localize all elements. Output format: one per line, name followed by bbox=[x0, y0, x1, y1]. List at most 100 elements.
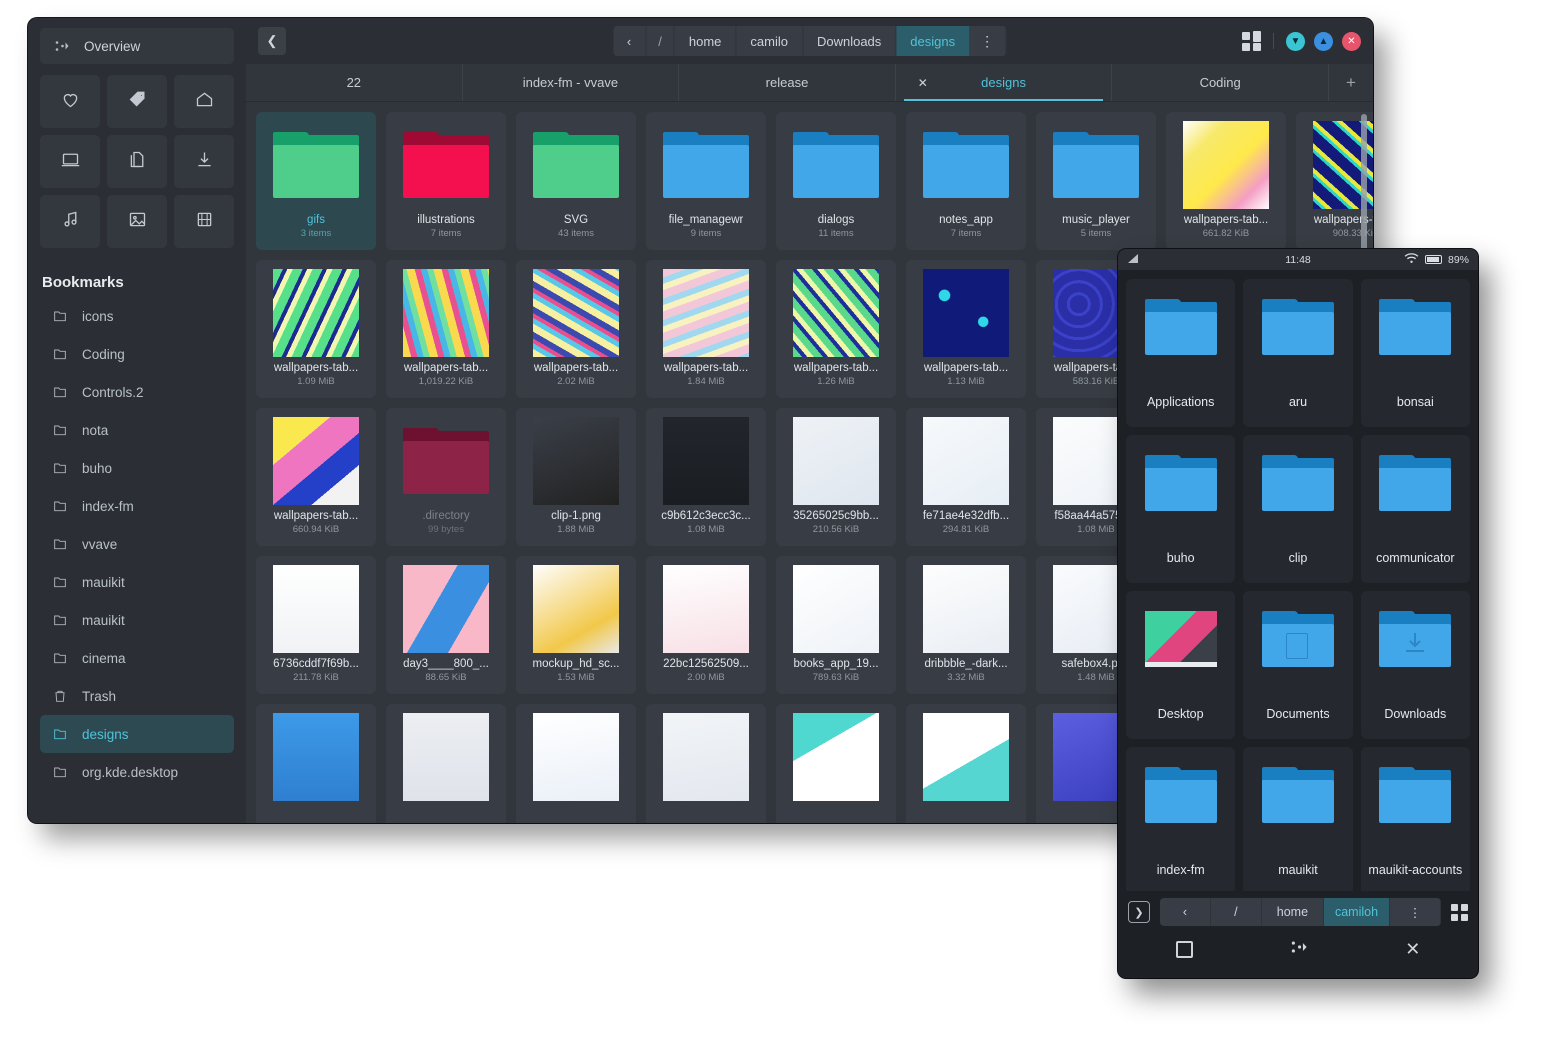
overview-button[interactable]: Overview bbox=[40, 28, 234, 64]
place-tags[interactable] bbox=[107, 75, 167, 128]
file-cell[interactable]: wallpapers-tab...1.84 MiB bbox=[646, 260, 766, 398]
tab-index-fm-vvave[interactable]: index-fm - vvave bbox=[463, 64, 680, 101]
maximize-button[interactable]: ▲ bbox=[1314, 32, 1333, 51]
mobile-file-cell[interactable]: mauikit-accounts bbox=[1361, 747, 1470, 891]
place-favorites[interactable] bbox=[40, 75, 100, 128]
sidebar-bookmark-vvave[interactable]: vvave bbox=[40, 525, 234, 563]
mobile-file-cell[interactable]: communicator bbox=[1361, 435, 1470, 583]
file-cell[interactable]: wallpapers-tab...2.02 MiB bbox=[516, 260, 636, 398]
breadcrumb-active-designs[interactable]: designs bbox=[896, 26, 970, 56]
sidebar-bookmark-buho[interactable]: buho bbox=[40, 449, 234, 487]
file-cell[interactable] bbox=[906, 704, 1026, 823]
breadcrumb[interactable]: ‹/homecamiloDownloadsdesigns⋮ bbox=[613, 26, 1006, 56]
tab-coding[interactable]: Coding bbox=[1112, 64, 1329, 101]
file-cell[interactable]: 35265025c9bb...210.56 KiB bbox=[776, 408, 896, 546]
place-videos[interactable] bbox=[174, 195, 234, 248]
tab-designs[interactable]: ✕designs bbox=[896, 64, 1113, 101]
overview-button[interactable] bbox=[1288, 938, 1310, 961]
breadcrumb-crumb-camilo[interactable]: camilo bbox=[736, 26, 803, 56]
mobile-breadcrumb-active-camiloh[interactable]: camiloh bbox=[1324, 898, 1390, 926]
mobile-file-cell[interactable]: Applications bbox=[1126, 279, 1235, 427]
mobile-breadcrumb-back[interactable]: ‹ bbox=[1160, 898, 1211, 926]
file-cell[interactable]: books_app_19...789.63 KiB bbox=[776, 556, 896, 694]
file-cell[interactable]: illustrations7 items bbox=[386, 112, 506, 250]
sidebar-toggle-button[interactable]: ❮ bbox=[258, 27, 286, 55]
close-button[interactable]: ✕ bbox=[1405, 939, 1420, 960]
mobile-file-cell[interactable]: bonsai bbox=[1361, 279, 1470, 427]
new-tab-button[interactable]: + bbox=[1329, 64, 1373, 101]
mobile-file-cell[interactable]: aru bbox=[1243, 279, 1352, 427]
file-cell[interactable]: wallpapers-tab...1.09 MiB bbox=[256, 260, 376, 398]
file-cell[interactable]: wallpapers-tab...661.82 KiB bbox=[1166, 112, 1286, 250]
tab-22[interactable]: 22 bbox=[246, 64, 463, 101]
sidebar-bookmark-icons[interactable]: icons bbox=[40, 297, 234, 335]
file-cell[interactable]: wallpapers-tab...1.13 MiB bbox=[906, 260, 1026, 398]
sidebar-bookmark-cinema[interactable]: cinema bbox=[40, 639, 234, 677]
mobile-file-cell[interactable]: mauikit bbox=[1243, 747, 1352, 891]
mobile-file-cell[interactable]: index-fm bbox=[1126, 747, 1235, 891]
breadcrumb-back[interactable]: ‹ bbox=[613, 26, 646, 56]
place-downloads[interactable] bbox=[174, 135, 234, 188]
file-cell[interactable]: wallpapers-tab...660.94 KiB bbox=[256, 408, 376, 546]
mobile-breadcrumb-crumb-home[interactable]: home bbox=[1262, 898, 1324, 926]
file-cell[interactable]: notes_app7 items bbox=[906, 112, 1026, 250]
mobile-file-cell[interactable]: buho bbox=[1126, 435, 1235, 583]
place-pictures[interactable] bbox=[107, 195, 167, 248]
mobile-breadcrumb-root[interactable]: / bbox=[1211, 898, 1262, 926]
file-cell[interactable]: dialogs11 items bbox=[776, 112, 896, 250]
breadcrumb-crumb-home[interactable]: home bbox=[675, 26, 737, 56]
file-cell[interactable] bbox=[516, 704, 636, 823]
breadcrumb-root[interactable]: / bbox=[646, 26, 675, 56]
place-documents[interactable] bbox=[107, 135, 167, 188]
file-cell[interactable]: wallpapers-tab...1,019.22 KiB bbox=[386, 260, 506, 398]
file-cell[interactable]: music_player5 items bbox=[1036, 112, 1156, 250]
sidebar-bookmark-mauikit[interactable]: mauikit bbox=[40, 563, 234, 601]
file-cell[interactable]: wallpapers-tab...1.26 MiB bbox=[776, 260, 896, 398]
sidebar-bookmark-mauikit[interactable]: mauikit bbox=[40, 601, 234, 639]
file-cell[interactable]: fe71ae4e32dfb...294.81 KiB bbox=[906, 408, 1026, 546]
sidebar-bookmark-trash[interactable]: Trash bbox=[40, 677, 234, 715]
grid-view-icon[interactable] bbox=[1242, 32, 1261, 51]
file-thumbnail bbox=[264, 711, 368, 803]
minimize-button[interactable]: ▼ bbox=[1286, 32, 1305, 51]
sidebar-bookmark-nota[interactable]: nota bbox=[40, 411, 234, 449]
sidebar-bookmark-org-kde-desktop[interactable]: org.kde.desktop bbox=[40, 753, 234, 791]
file-cell[interactable]: clip-1.png1.88 MiB bbox=[516, 408, 636, 546]
mobile-sidebar-toggle-button[interactable]: ❯ bbox=[1128, 901, 1150, 923]
mobile-breadcrumb[interactable]: ‹/homecamiloh⋮ bbox=[1160, 898, 1441, 926]
file-cell[interactable] bbox=[386, 704, 506, 823]
place-home[interactable] bbox=[174, 75, 234, 128]
file-cell[interactable]: 6736cddf7f69b...211.78 KiB bbox=[256, 556, 376, 694]
signal-icon bbox=[1127, 253, 1140, 267]
file-cell[interactable] bbox=[646, 704, 766, 823]
file-cell[interactable]: gifs3 items bbox=[256, 112, 376, 250]
close-button[interactable]: ✕ bbox=[1342, 32, 1361, 51]
file-cell[interactable]: SVG43 items bbox=[516, 112, 636, 250]
mobile-file-cell[interactable]: Documents bbox=[1243, 591, 1352, 739]
mobile-file-cell[interactable]: Desktop bbox=[1126, 591, 1235, 739]
sidebar-bookmark-coding[interactable]: Coding bbox=[40, 335, 234, 373]
mobile-file-cell[interactable]: Downloads bbox=[1361, 591, 1470, 739]
file-cell[interactable]: 22bc12562509...2.00 MiB bbox=[646, 556, 766, 694]
sidebar-bookmark-index-fm[interactable]: index-fm bbox=[40, 487, 234, 525]
file-cell[interactable] bbox=[256, 704, 376, 823]
sidebar-bookmark-designs[interactable]: designs bbox=[40, 715, 234, 753]
tab-close-icon[interactable]: ✕ bbox=[918, 76, 928, 90]
file-cell[interactable] bbox=[776, 704, 896, 823]
file-cell[interactable]: .directory99 bytes bbox=[386, 408, 506, 546]
mobile-file-cell[interactable]: clip bbox=[1243, 435, 1352, 583]
place-desktop[interactable] bbox=[40, 135, 100, 188]
sidebar-bookmark-controls-2[interactable]: Controls.2 bbox=[40, 373, 234, 411]
recents-button[interactable] bbox=[1176, 941, 1193, 958]
breadcrumb-crumb-Downloads[interactable]: Downloads bbox=[803, 26, 896, 56]
file-cell[interactable]: dribbble_-dark...3.32 MiB bbox=[906, 556, 1026, 694]
breadcrumb-menu[interactable]: ⋮ bbox=[970, 26, 1006, 56]
file-cell[interactable]: c9b612c3ecc3c...1.08 MiB bbox=[646, 408, 766, 546]
mobile-breadcrumb-menu[interactable]: ⋮ bbox=[1390, 898, 1441, 926]
file-cell[interactable]: mockup_hd_sc...1.53 MiB bbox=[516, 556, 636, 694]
file-cell[interactable]: file_managewr9 items bbox=[646, 112, 766, 250]
mobile-grid-view-icon[interactable] bbox=[1451, 904, 1468, 921]
tab-release[interactable]: release bbox=[679, 64, 896, 101]
file-cell[interactable]: day3____800_...88.65 KiB bbox=[386, 556, 506, 694]
place-music[interactable] bbox=[40, 195, 100, 248]
